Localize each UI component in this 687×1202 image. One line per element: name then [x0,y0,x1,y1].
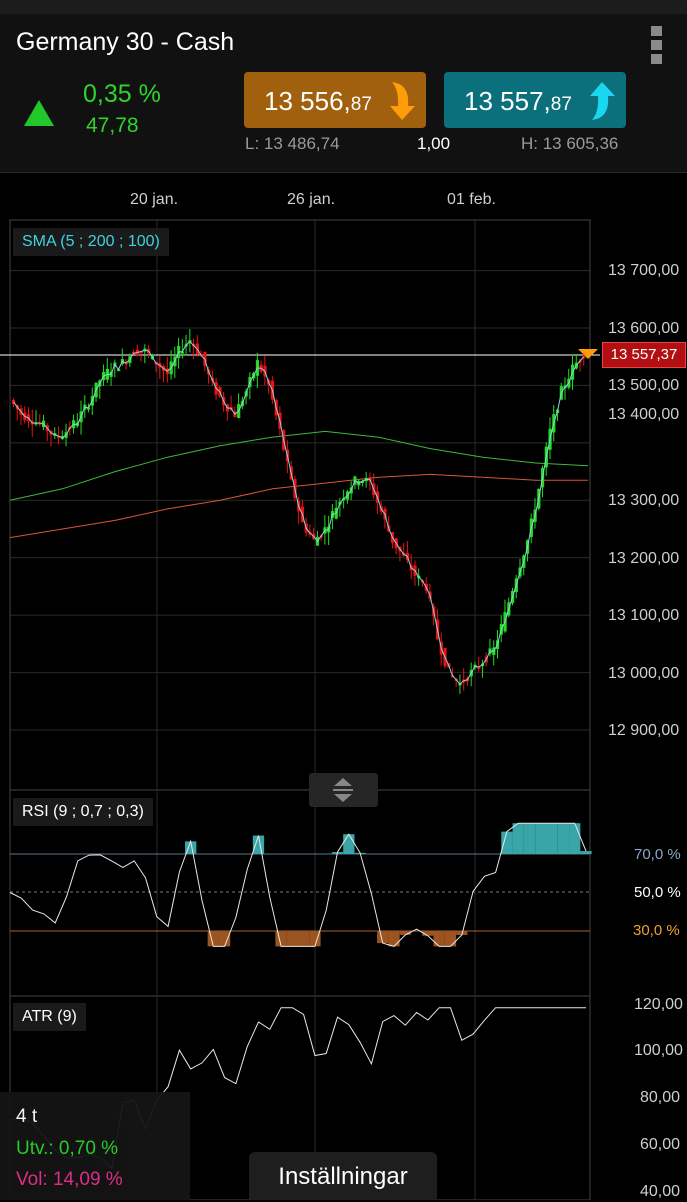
up-arrow-icon [590,82,615,120]
rsi-overbought-fill [580,851,592,854]
rsi-overbought-fill [523,823,536,854]
x-label-26jan: 26 jan. [287,191,336,208]
rsi-oversold-fill [218,931,231,947]
y-label: 13 000,00 [608,665,680,682]
x-label-20jan: 20 jan. [130,191,179,208]
rsi-oversold-fill [444,931,457,947]
spread: 1,00 [417,134,451,153]
rsi-overbought-fill [557,823,570,854]
rsi-overbought-fill [501,831,513,854]
bid-price: 13 556,87 [264,86,372,116]
status-bar [0,0,687,14]
change-percent: 0,35 % [83,80,161,108]
price-chart[interactable] [0,215,687,1200]
price-marker-icon [578,349,598,359]
rsi-level-50: 50,0 % [634,884,681,901]
y-label: 12 900,00 [608,722,680,739]
rsi-overbought-fill [535,823,547,854]
sell-button[interactable]: 13 556,87 [244,72,426,128]
resize-icon [333,778,353,802]
instrument-title: Germany 30 - Cash [16,28,235,56]
rsi-oversold-fill [298,931,310,947]
volatility: Vol: 14,09 % [16,1169,123,1190]
timeframe: 4 t [16,1106,38,1127]
high-price: H: 13 605,36 [521,134,619,153]
change-points: 47,78 [86,114,139,137]
buy-button[interactable]: 13 557,87 [444,72,626,128]
rsi-line [9,822,587,947]
y-label: 13 200,00 [608,550,680,567]
rsi-overbought-fill [546,823,558,854]
settings-button[interactable]: Inställningar [249,1152,437,1200]
atr-legend[interactable]: ATR (9) [13,1003,86,1031]
atr-level: 100,00 [634,1042,683,1059]
y-label: 13 500,00 [608,377,680,394]
current-price-tag: 13 557,37 [602,342,686,368]
y-label: 13 700,00 [608,262,680,279]
y-label: 13 400,00 [608,406,680,423]
y-label: 13 600,00 [608,320,680,337]
rsi-legend[interactable]: RSI (9 ; 0,7 ; 0,3) [13,798,153,826]
rsi-overbought-fill [512,823,524,854]
y-label: 13 100,00 [608,607,680,624]
ask-price: 13 557,87 [464,86,572,116]
instrument-header: Germany 30 - Cash 0,35 % 47,78 13 556,87… [0,14,687,173]
rsi-oversold-fill [286,931,298,947]
rsi-level-30: 30,0 % [633,922,680,939]
more-menu-icon[interactable] [648,26,664,68]
rsi-overbought-fill [252,835,265,854]
change-up-arrow-icon [24,100,54,126]
sma-legend[interactable]: SMA (5 ; 200 ; 100) [13,228,169,256]
atr-level: 60,00 [640,1136,681,1153]
down-arrow-icon [390,82,415,120]
rsi-overbought-fill [343,834,355,854]
rsi-oversold-fill [207,931,219,947]
rsi-overbought-fill [569,823,581,854]
sma-200-line [9,430,589,501]
deviation: Utv.: 0,70 % [16,1138,119,1159]
rsi-oversold-fill [433,931,445,947]
rsi-level-70: 70,0 % [634,846,681,863]
low-price: L: 13 486,74 [245,134,340,153]
atr-level: 120,00 [634,996,683,1013]
atr-level: 80,00 [640,1089,681,1106]
atr-level: 40,00 [640,1183,681,1200]
stats-panel: 4 t Utv.: 0,70 % Vol: 14,09 % [0,1092,190,1200]
rsi-oversold-fill [388,931,400,947]
y-label: 13 300,00 [608,492,680,509]
pane-resize-handle[interactable] [309,773,378,807]
x-label-01feb: 01 feb. [447,191,496,208]
